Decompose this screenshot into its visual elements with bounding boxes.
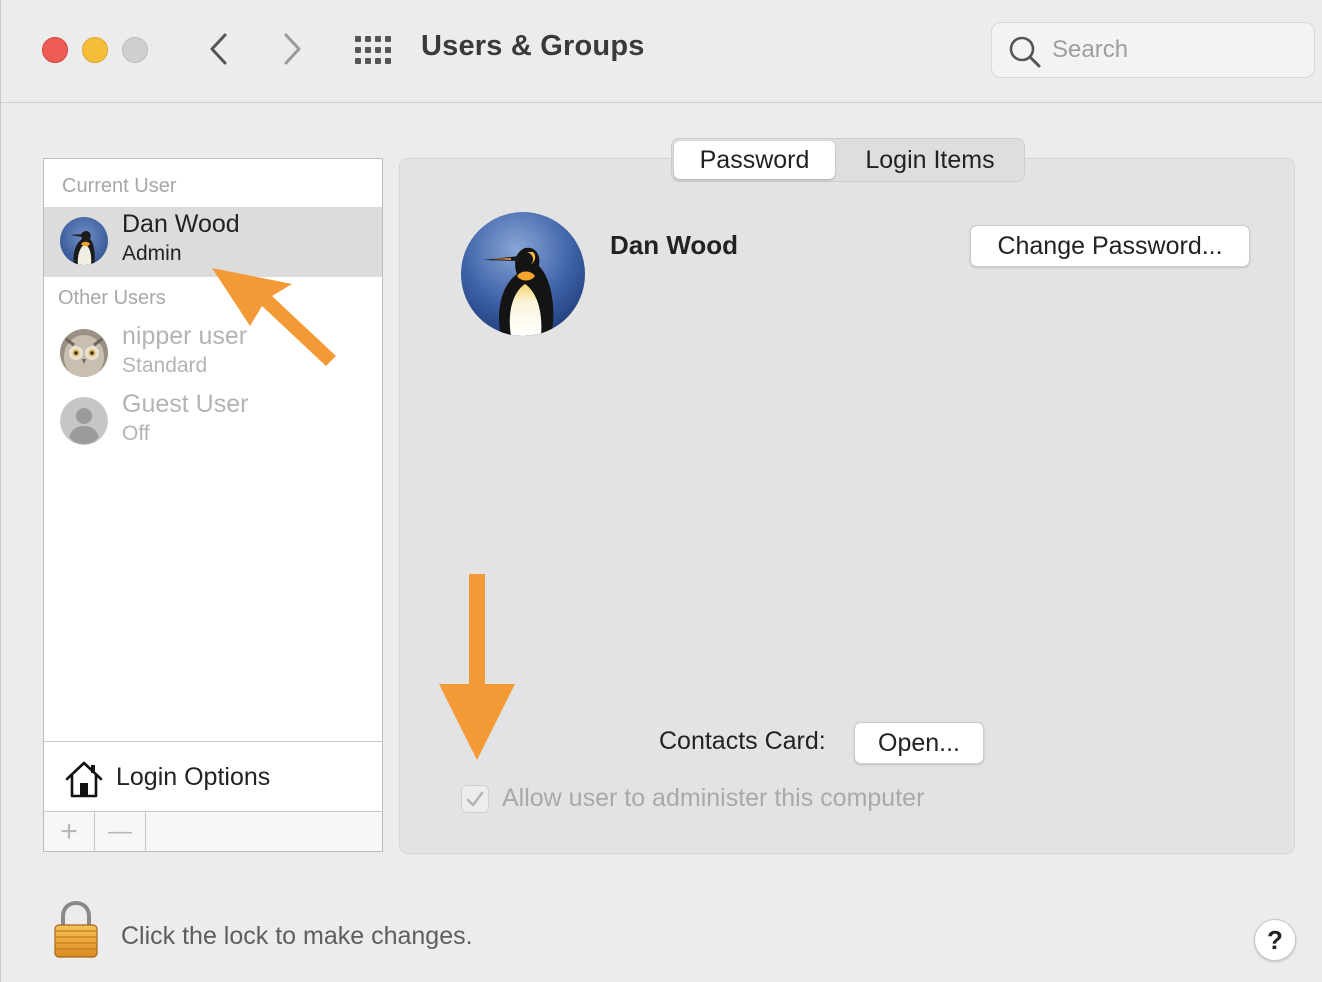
remove-user-button[interactable]: — bbox=[95, 812, 146, 852]
checkmark-icon bbox=[466, 791, 484, 807]
penguin-avatar bbox=[60, 217, 108, 265]
user-full-name: Dan Wood bbox=[610, 230, 739, 260]
user-name: Guest User bbox=[122, 390, 249, 418]
other-users-heading: Other Users bbox=[58, 287, 166, 309]
system-preferences-window: Users & Groups Current User bbox=[0, 0, 1322, 982]
user-row-guest-user[interactable]: Guest User Off bbox=[44, 387, 382, 457]
current-user-heading: Current User bbox=[62, 175, 177, 197]
question-mark-icon: ? bbox=[1267, 924, 1283, 955]
user-role: Off bbox=[122, 422, 150, 445]
tab-password[interactable]: Password bbox=[674, 141, 835, 179]
tab-login-items[interactable]: Login Items bbox=[838, 141, 1022, 179]
owl-avatar bbox=[60, 329, 108, 377]
tab-bar: Password Login Items bbox=[671, 138, 1025, 182]
user-role: Admin bbox=[122, 242, 182, 265]
generic-user-avatar bbox=[60, 397, 108, 445]
user-picture[interactable] bbox=[461, 212, 585, 336]
add-user-button[interactable]: + bbox=[44, 812, 95, 852]
chevron-left-icon bbox=[210, 33, 227, 65]
plus-icon: + bbox=[60, 815, 78, 848]
user-name: Dan Wood bbox=[122, 210, 240, 238]
login-options-item[interactable]: Login Options bbox=[44, 741, 382, 811]
minus-icon: — bbox=[108, 818, 132, 845]
house-icon bbox=[65, 761, 103, 798]
close-button[interactable] bbox=[42, 37, 68, 63]
grid-icon bbox=[355, 36, 391, 64]
change-password-button[interactable]: Change Password... bbox=[970, 225, 1250, 267]
user-role: Standard bbox=[122, 354, 208, 377]
search-icon bbox=[1009, 36, 1041, 68]
annotation-arrow-diagonal bbox=[212, 268, 336, 366]
search-input[interactable] bbox=[1052, 33, 1302, 67]
help-button[interactable]: ? bbox=[1254, 919, 1296, 961]
login-options-label: Login Options bbox=[116, 763, 271, 791]
back-button[interactable] bbox=[201, 30, 237, 68]
show-all-button[interactable] bbox=[353, 34, 393, 66]
search-field[interactable] bbox=[991, 22, 1315, 78]
admin-checkbox-label: Allow user to administer this computer bbox=[502, 784, 925, 812]
lock-status-text: Click the lock to make changes. bbox=[121, 922, 473, 950]
window-title: Users & Groups bbox=[421, 30, 645, 62]
lock-icon[interactable] bbox=[51, 900, 101, 960]
forward-button[interactable] bbox=[274, 30, 310, 68]
list-footer: + — bbox=[44, 811, 382, 852]
open-contacts-card-button[interactable]: Open... bbox=[854, 722, 984, 764]
zoom-button bbox=[122, 37, 148, 63]
admin-checkbox[interactable] bbox=[461, 785, 489, 813]
chevron-right-icon bbox=[284, 33, 301, 65]
toolbar: Users & Groups bbox=[1, 0, 1322, 103]
annotation-arrow-down bbox=[439, 574, 515, 760]
minimize-button[interactable] bbox=[82, 37, 108, 63]
contacts-card-label: Contacts Card: bbox=[659, 727, 826, 755]
